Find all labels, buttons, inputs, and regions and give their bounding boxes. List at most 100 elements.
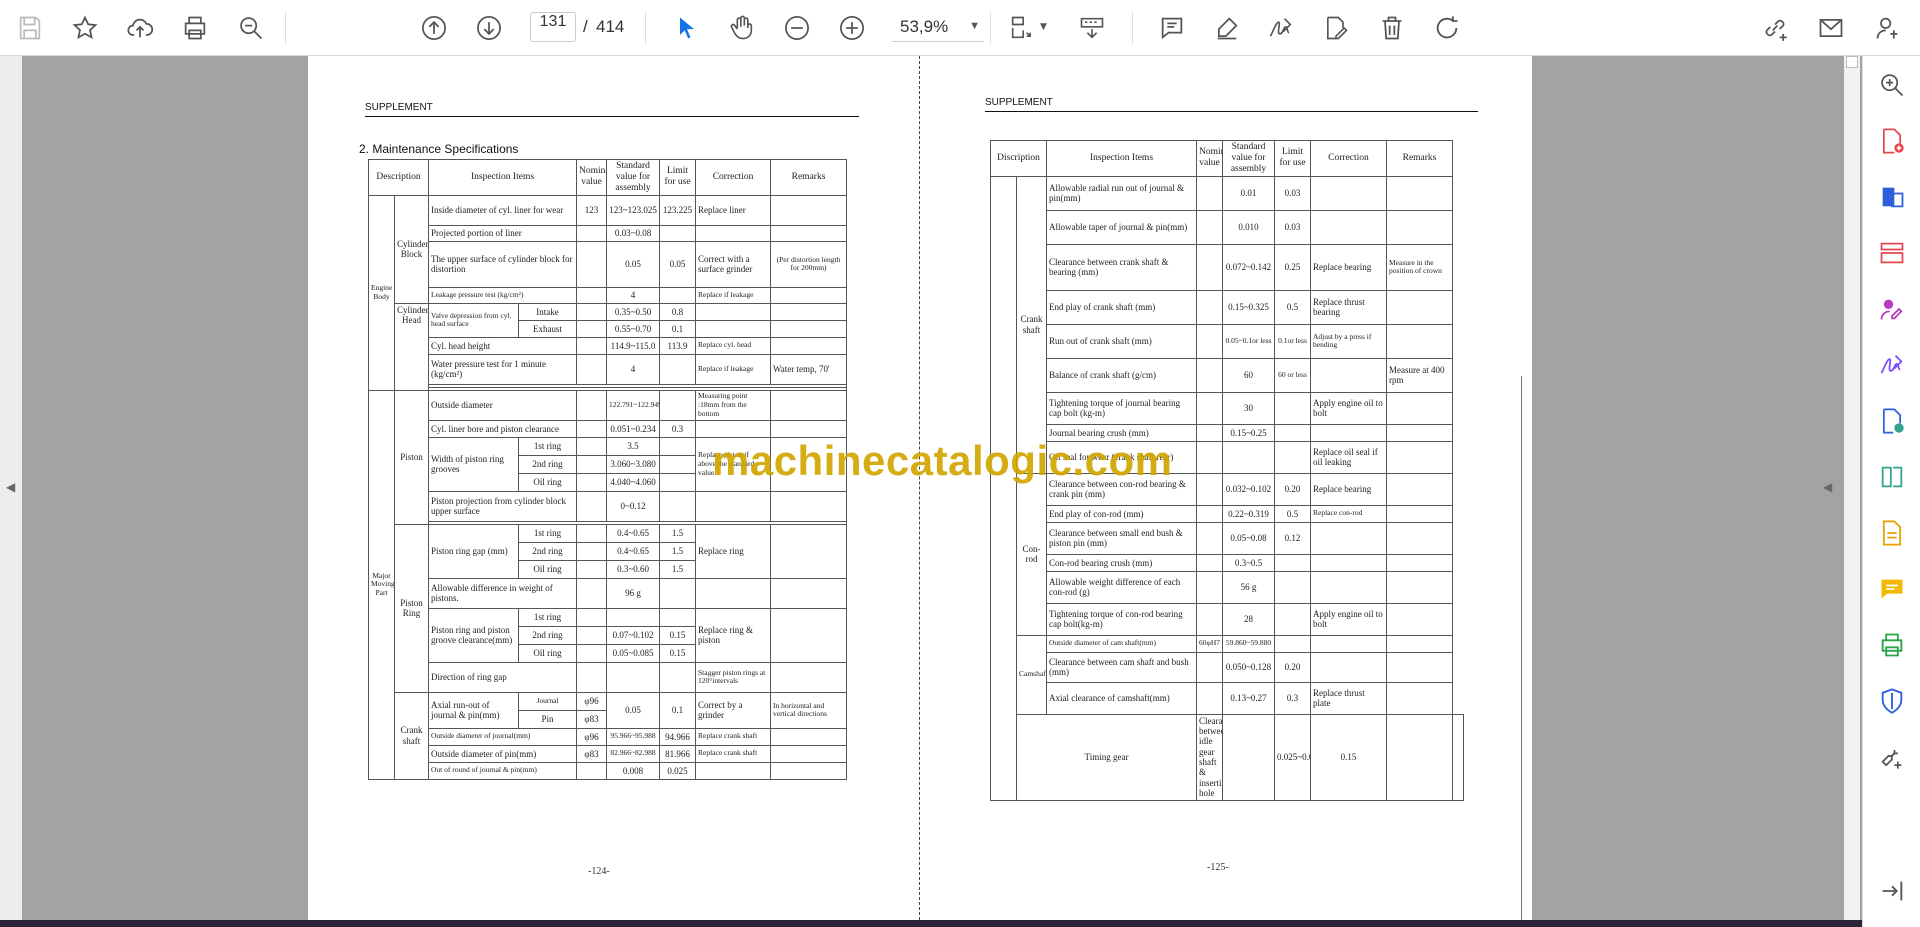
save-icon[interactable] xyxy=(12,10,48,46)
cell: 82.966~82.988 xyxy=(606,744,661,763)
comment-icon[interactable] xyxy=(1154,10,1190,46)
bookmark-star-icon[interactable] xyxy=(67,10,103,46)
fit-page-icon[interactable] xyxy=(1004,10,1040,46)
cell: Intake xyxy=(518,302,578,321)
cell: 114.9~115.0 xyxy=(606,336,661,355)
edit-pdf-icon[interactable] xyxy=(1318,10,1354,46)
protect-icon[interactable] xyxy=(1877,686,1907,716)
pdf-page-right: SUPPLEMENT Discription Inspection Items … xyxy=(920,56,1532,920)
cell: 0.15 xyxy=(659,643,697,663)
cell: Correct by a grinder xyxy=(695,691,772,729)
collapse-right-panel-icon[interactable]: ◀ xyxy=(1823,480,1832,494)
cell: 0.008 xyxy=(606,761,661,780)
cell: 94.966 xyxy=(659,727,697,746)
vertical-scrollbar[interactable] xyxy=(1844,56,1860,920)
chevron-down-icon[interactable]: ▼ xyxy=(1040,22,1047,32)
cell: Exhaust xyxy=(518,319,578,338)
cell: Piston ring and piston groove clearance(… xyxy=(428,607,520,663)
table-row: Projected portion of liner 0.03~0.08 xyxy=(369,224,848,242)
cell: 60 xyxy=(1222,357,1275,393)
export-pdf-icon[interactable] xyxy=(1877,182,1907,212)
select-cursor-icon[interactable] xyxy=(669,10,705,46)
delete-icon[interactable] xyxy=(1374,10,1410,46)
cell: 123 xyxy=(576,194,608,226)
compare-icon[interactable] xyxy=(1877,462,1907,492)
col-limit: Limit for use xyxy=(659,159,697,196)
cell: Tightening torque of journal bearing cap… xyxy=(1046,391,1197,425)
page-number-input[interactable]: 131 xyxy=(530,12,576,42)
expand-left-panel-icon[interactable]: ◀ xyxy=(6,480,15,494)
cell: Measure at 400 rpm xyxy=(1386,357,1453,393)
cell: 0.1or less xyxy=(1274,323,1311,359)
zoom-in-icon[interactable] xyxy=(834,10,870,46)
page-down-icon[interactable] xyxy=(471,10,507,46)
group-label: Cylinder Block xyxy=(393,194,430,304)
group-label: Cylinder Head xyxy=(393,302,430,391)
cell: Axial run-out of journal & pin(mm) xyxy=(428,691,520,729)
scrollbar-thumb[interactable] xyxy=(1846,56,1858,68)
zoom-panel-icon[interactable] xyxy=(1877,70,1907,100)
cell: In horizontal and vertical directions xyxy=(770,691,848,729)
table-row: Out of round of journal & pin(mm) 0.008 … xyxy=(369,761,848,780)
section-title: 2. Maintenance Specifications xyxy=(359,142,519,156)
cell: 0.05 xyxy=(606,240,661,288)
page-separator: / xyxy=(583,17,588,36)
cell: Oil ring xyxy=(518,643,578,663)
send-review-icon[interactable] xyxy=(1877,406,1907,436)
cell: Adjust by a press if bending xyxy=(1310,323,1387,359)
col-description: Description xyxy=(367,159,430,196)
cell: 0.3 xyxy=(659,419,697,438)
share-link-icon[interactable] xyxy=(1757,10,1793,46)
create-pdf-icon[interactable] xyxy=(1877,126,1907,156)
group-label: Con-rod xyxy=(1016,472,1047,636)
table-row: Balance of crank shaft (g/cm) 60 60 or l… xyxy=(991,357,1464,393)
cell: Replace bearing xyxy=(1310,243,1387,291)
scroll-mode-icon[interactable] xyxy=(1074,10,1110,46)
cell: 0.025 xyxy=(659,761,697,780)
rotate-icon[interactable] xyxy=(1429,10,1465,46)
cell: φ96 xyxy=(576,727,608,746)
zoom-out-icon[interactable] xyxy=(779,10,815,46)
cell: 2nd ring xyxy=(518,625,578,645)
zoom-search-icon[interactable] xyxy=(233,10,269,46)
cell: 28 xyxy=(1222,602,1275,636)
email-icon[interactable] xyxy=(1813,10,1849,46)
account-icon[interactable] xyxy=(1870,10,1906,46)
cell: Axial clearance of camshaft(mm) xyxy=(1046,681,1197,715)
cell: Replace bearing xyxy=(1310,472,1387,506)
cell: Tightening torque of con-rod bearing cap… xyxy=(1046,602,1197,636)
sign-icon[interactable] xyxy=(1263,10,1299,46)
cell: 123.225 xyxy=(659,194,697,226)
more-tools-icon[interactable] xyxy=(1877,742,1907,772)
collapse-panel-icon[interactable] xyxy=(1877,876,1907,906)
cell: 0.3~0.5 xyxy=(1222,553,1275,572)
cell: 2nd ring xyxy=(518,454,578,474)
cell: 0.20 xyxy=(1274,472,1311,506)
cell: 0.010 xyxy=(1222,209,1275,245)
edit-pdf-panel-icon[interactable] xyxy=(1877,294,1907,324)
cell: Replace if leakage xyxy=(695,353,772,385)
organize-pages-icon[interactable] xyxy=(1877,238,1907,268)
print-icon[interactable] xyxy=(177,10,213,46)
cell: 0.072~0.142 xyxy=(1222,243,1275,291)
hand-tool-icon[interactable] xyxy=(724,10,760,46)
print-production-icon[interactable] xyxy=(1877,630,1907,660)
cell: End play of con-rod (mm) xyxy=(1046,504,1197,523)
table-row: Piston Ring Piston ring gap (mm) 1st rin… xyxy=(369,523,848,693)
cell: Replace thrust plate xyxy=(1310,681,1387,715)
zoom-level-select[interactable]: 53,9% ▼ xyxy=(892,12,984,42)
upload-cloud-icon[interactable] xyxy=(122,10,158,46)
combine-icon[interactable] xyxy=(1877,518,1907,548)
highlight-icon[interactable] xyxy=(1209,10,1245,46)
cell: Oil ring xyxy=(518,559,578,579)
page-up-icon[interactable] xyxy=(416,10,452,46)
cell: Direction of ring gap xyxy=(428,661,578,693)
cell: 0.05~0.085 xyxy=(606,643,661,663)
cell: 122.791~122.949 xyxy=(606,389,661,421)
fill-sign-icon[interactable] xyxy=(1877,350,1907,380)
bottom-edge xyxy=(0,920,1862,927)
comment-panel-icon[interactable] xyxy=(1877,574,1907,604)
cell: Replace cyl. head xyxy=(695,336,772,355)
cell: Replace con-rod xyxy=(1310,504,1387,523)
group-label: Timing gear xyxy=(1016,713,1197,801)
